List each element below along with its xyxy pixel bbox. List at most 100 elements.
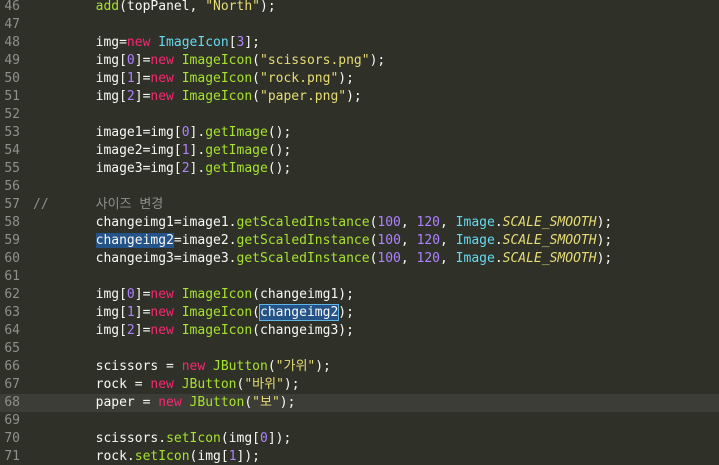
code-token: "scissors.png" [260,53,370,68]
highlighted-token: changeimg2 [95,233,174,248]
code-text[interactable]: scissors = new JButton("가위"); [33,358,331,376]
code-token: // 사이즈 변경 [33,197,164,212]
code-editor[interactable]: 46 add(topPanel, "North"); 47 48 img=new I… [0,0,719,465]
line-number: 69 [4,413,20,428]
code-token: ]= [134,53,151,68]
code-token: (changeimg1); [252,287,354,302]
code-text[interactable]: rock = new JButton("바위"); [33,376,300,394]
code-token: ImageIcon [181,89,253,104]
line-number: 46 [4,0,20,14]
code-line[interactable]: 47 [0,16,719,34]
code-line[interactable]: 63 img[1]=new ImageIcon(changeimg2); [0,304,719,322]
code-line[interactable]: 62 img[0]=new ImageIcon(changeimg1); [0,286,719,304]
code-line[interactable]: 51 img[2]=new ImageIcon("paper.png"); [0,88,719,106]
code-line[interactable]: 56 [0,178,719,196]
code-text[interactable]: img[2]=new ImageIcon(changeimg3); [33,322,354,340]
code-text[interactable]: add(topPanel, "North"); [33,0,276,16]
line-number: 57 [4,197,20,212]
code-token: "paper.png" [260,89,347,104]
code-line[interactable]: 70 scissors.setIcon(img[0]); [0,430,719,448]
line-number: 60 [4,251,20,266]
code-line[interactable]: 46 add(topPanel, "North"); [0,0,719,16]
line-number: 52 [4,107,20,122]
code-token: new [150,53,174,68]
code-token: SCALE_SMOOTH [502,251,597,266]
code-line[interactable]: 65 [0,340,719,358]
code-line[interactable]: 54 image2=img[1].getImage(); [0,142,719,160]
code-token: ImageIcon [181,305,253,320]
code-token: 1 [181,143,190,158]
code-line[interactable]: 50 img[1]=new ImageIcon("rock.png"); [0,70,719,88]
code-token: new [150,287,174,302]
code-text[interactable]: img=new ImageIcon[3]; [33,34,260,52]
code-text[interactable]: // 사이즈 변경 [33,196,163,214]
line-number: 66 [4,359,20,374]
code-line[interactable]: 49 img[0]=new ImageIcon("scissors.png"); [0,52,719,70]
code-token: ); [596,215,613,230]
line-number: 71 [4,449,20,464]
code-line[interactable]: 66 scissors = new JButton("가위"); [0,358,719,376]
code-text[interactable]: img[2]=new ImageIcon("paper.png"); [33,88,362,106]
code-text[interactable]: changeimg2=image2.getScaledInstance(100,… [33,232,612,250]
code-token: ]. [189,143,206,158]
code-line[interactable]: 48 img=new ImageIcon[3]; [0,34,719,52]
code-token: getImage [205,161,268,176]
line-number: 61 [4,269,20,284]
code-line[interactable]: 67 rock = new JButton("바위"); [0,376,719,394]
code-line[interactable]: 69 [0,412,719,430]
code-token: , [400,215,417,230]
code-token: ); [338,71,354,86]
code-line[interactable]: 55 image3=img[2].getImage(); [0,160,719,178]
code-token: [ [228,35,237,50]
code-line[interactable]: 60 changeimg3=image3.getScaledInstance(1… [0,250,719,268]
code-token: ( [252,89,260,104]
code-token: (img[ [189,449,229,464]
code-line[interactable]: 57 // 사이즈 변경 [0,196,719,214]
code-text[interactable]: image2=img[1].getImage(); [33,142,292,160]
code-line[interactable]: 59 changeimg2=image2.getScaledInstance(1… [0,232,719,250]
code-token: ( [252,71,260,86]
code-text[interactable]: img[1]=new ImageIcon("rock.png"); [33,70,354,88]
code-token: ImageIcon [158,35,229,50]
code-token: ( [267,359,276,374]
code-token: img[ [33,305,127,320]
code-text[interactable]: img[1]=new ImageIcon(changeimg2); [33,304,354,322]
code-line[interactable]: 61 [0,268,719,286]
code-token: 0 [181,125,190,140]
code-line[interactable]: 64 img[2]=new ImageIcon(changeimg3); [0,322,719,340]
code-token: ); [283,377,300,392]
code-token: ]= [134,323,151,338]
code-line[interactable]: 71 rock.setIcon(img[1]); [0,448,719,465]
code-token: "North" [205,0,260,14]
code-text[interactable]: changeimg3=image3.getScaledInstance(100,… [33,250,613,268]
code-token: 2 [181,161,190,176]
code-text[interactable]: changeimg1=image1.getScaledInstance(100,… [33,214,613,232]
code-text[interactable]: image3=img[2].getImage(); [33,160,292,178]
code-token: setIcon [166,431,221,446]
code-token: Image [455,251,495,266]
code-token: (); [267,161,292,176]
code-text[interactable]: scissors.setIcon(img[0]); [33,430,292,448]
line-number: 70 [4,431,20,446]
code-token: SCALE_SMOOTH [502,215,597,230]
code-token: img[ [33,323,127,338]
code-line[interactable]: 68 paper = new JButton("보"); [0,394,719,412]
code-token: . [494,233,503,248]
code-text[interactable]: rock.setIcon(img[1]); [33,448,260,465]
code-text[interactable]: img[0]=new ImageIcon(changeimg1); [33,286,354,304]
code-text[interactable]: paper = new JButton("보"); [33,394,296,412]
code-token: changeimg3=image3. [33,251,237,266]
code-line[interactable]: 52 [0,106,719,124]
code-token: 1 [126,71,135,86]
code-line[interactable]: 53 image1=img[0].getImage(); [0,124,719,142]
code-token: add [95,0,120,14]
code-text[interactable]: image1=img[0].getImage(); [33,124,292,142]
code-text[interactable]: img[0]=new ImageIcon("scissors.png"); [33,52,386,70]
code-line[interactable]: 58 changeimg1=image1.getScaledInstance(1… [0,214,719,232]
